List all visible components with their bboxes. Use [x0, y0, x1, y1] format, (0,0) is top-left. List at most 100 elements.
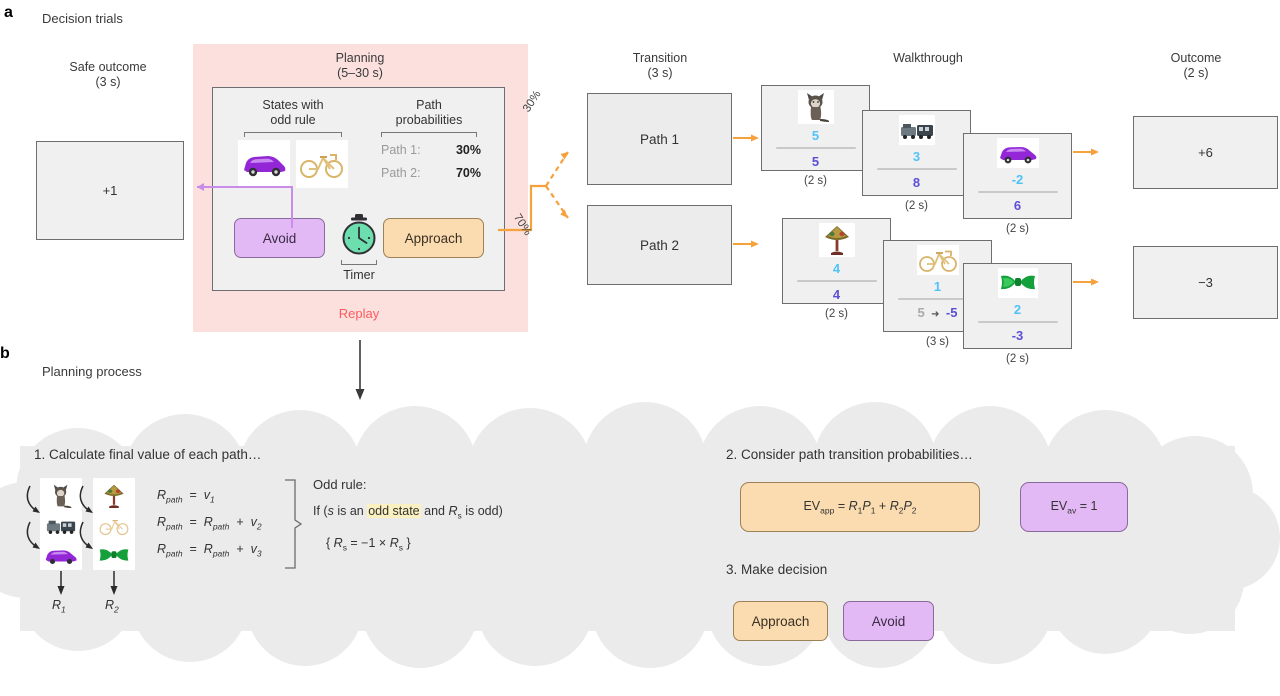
ev-approach-box: EVapp = R1P1 + R2P2	[740, 482, 980, 532]
walkthrough-p1-value-bottom-2: 8	[912, 175, 921, 190]
ev-avoid-box: EVav = 1	[1020, 482, 1128, 532]
bicycle-icon	[916, 245, 959, 275]
walkthrough-p2-bar-3	[977, 321, 1058, 323]
safe-outcome-screen: +1	[36, 141, 184, 240]
prob-header-line1: Path	[416, 98, 442, 112]
walkthrough-p1-value-bottom-1: 5	[811, 154, 820, 169]
walkthrough-p2-value-bottom-1: 4	[832, 287, 841, 302]
walkthrough-p1-value-top-1: 5	[811, 128, 820, 143]
panel-a-letter: a	[4, 4, 13, 21]
outcome-value-1: +6	[1198, 145, 1213, 160]
planning-to-process-arrow	[355, 340, 365, 400]
outcome-label: Outcome	[1170, 51, 1222, 65]
step1-path1-cat-icon	[40, 478, 82, 513]
walkthrough-p2-value-top-2: 1	[933, 279, 942, 294]
step1-path2-result-label: R2	[105, 598, 119, 615]
step1-path2-lamp-icon	[93, 478, 135, 513]
step1-path2-bicycle-icon	[93, 512, 135, 540]
train-icon	[898, 115, 935, 145]
probability-label-2: Path 2:	[381, 166, 421, 180]
probability-row-2: Path 2: 70%	[381, 166, 481, 180]
transition-duration: (3 s)	[647, 66, 673, 80]
walkthrough-p2-duration-3: (2 s)	[1006, 353, 1029, 365]
walkthrough-p1-value-bottom-3: 6	[1013, 198, 1022, 213]
walkthrough-p2-value-bottom-3: -3	[1011, 328, 1024, 343]
step-2-title: 2. Consider path transition probabilitie…	[726, 447, 973, 462]
walkthrough-p1-bar-1	[775, 147, 856, 149]
step1-path2-bowtie-icon	[93, 540, 135, 570]
probabilities-bracket	[381, 132, 477, 137]
walkthrough-p1-duration-1: (2 s)	[804, 175, 827, 187]
walkthrough-p1-bar-2	[876, 168, 957, 170]
walkthrough-p2-value-bottom-2: -5	[945, 305, 958, 320]
walkthrough-p2-value-top-3: 2	[1013, 302, 1022, 317]
step-3-title: 3. Make decision	[726, 562, 828, 577]
walkthrough-p2-bar-1	[796, 280, 877, 282]
step1-path1-result-arrow	[57, 571, 65, 595]
step1-path1-result-label: R1	[52, 598, 66, 615]
odd-state-highlight: odd state	[367, 504, 421, 518]
decision-approach-button[interactable]: Approach	[733, 601, 828, 641]
path-1-box: Path 1	[587, 93, 732, 185]
timer-bracket	[341, 260, 377, 265]
panel-b-title: Planning process	[42, 364, 142, 379]
panel-b-letter: b	[0, 345, 10, 362]
stopwatch-icon	[337, 212, 381, 260]
path2-to-walkthrough-arrow	[733, 240, 759, 248]
step1-formula-1: Rpath = v1	[157, 488, 215, 505]
step1-formula-2: Rpath = Rpath + v2	[157, 515, 262, 532]
walkthrough-p2-screen-1: 4 4	[782, 218, 891, 304]
odd-rule-assignment: { Rs = −1 × Rs }	[326, 536, 411, 553]
walkthrough-p1-screen-3: -2 6	[963, 133, 1072, 219]
walkthrough-p2-value-bottom-2-row: 5 ➜ -5	[918, 306, 958, 321]
approach-to-branch-connector	[498, 151, 569, 232]
odd-rule-title: Odd rule:	[313, 477, 367, 492]
odd-state-bicycle-icon	[296, 140, 348, 188]
walkthrough-p1-value-top-3: -2	[1011, 172, 1024, 187]
step1-path2-result-arrow	[110, 571, 118, 595]
outcome-screen-2: −3	[1133, 246, 1278, 319]
outcome-screen-1: +6	[1133, 116, 1278, 189]
probability-value-2: 70%	[455, 166, 481, 180]
safe-outcome-label: Safe outcome	[69, 60, 147, 74]
transition-label: Transition	[632, 51, 688, 65]
planning-process-cloud	[0, 398, 1280, 678]
odd-rule-condition: If (s is an odd state and Rs is odd)	[313, 504, 503, 521]
probability-row-1: Path 1: 30%	[381, 143, 481, 157]
car-icon	[996, 138, 1039, 168]
walkthrough-p1-duration-2: (2 s)	[905, 200, 928, 212]
ev-avoid-formula: EVav = 1	[1050, 498, 1098, 516]
replay-label: Replay	[338, 306, 380, 321]
states-bracket	[244, 132, 342, 137]
decision-avoid-button[interactable]: Avoid	[843, 601, 934, 641]
lamp-icon	[818, 223, 855, 257]
planning-duration: (5–30 s)	[337, 66, 383, 80]
prob-header-line2: probabilities	[395, 113, 463, 127]
step1-path1-sequence-arrows	[26, 485, 40, 549]
odd-rule-brace	[285, 479, 303, 569]
step1-path2-sequence-arrows	[79, 485, 93, 549]
step1-formula-3: Rpath = Rpath + v3	[157, 542, 262, 559]
timer-label: Timer	[343, 268, 375, 282]
walkthrough-p1-duration-3: (2 s)	[1006, 223, 1029, 235]
approach-button[interactable]: Approach	[383, 218, 484, 258]
walkthrough-p1-value-top-2: 3	[912, 149, 921, 164]
odd-rule-transform-arrow-icon: ➜	[928, 309, 943, 320]
walkthrough-to-outcome-arrow-1	[1073, 148, 1099, 156]
planning-label: Planning	[335, 51, 385, 65]
step1-path1-train-icon	[40, 512, 82, 540]
walkthrough-p2-value-top-1: 4	[832, 261, 841, 276]
avoid-to-safe-outcome-arrow	[197, 183, 293, 228]
safe-outcome-duration: (3 s)	[95, 75, 121, 89]
ev-approach-formula: EVapp = R1P1 + R2P2	[803, 498, 917, 516]
walkthrough-label: Walkthrough	[893, 51, 963, 65]
safe-outcome-value: +1	[102, 183, 118, 198]
step-1-title: 1. Calculate final value of each path…	[34, 447, 262, 462]
outcome-value-2: −3	[1198, 275, 1213, 290]
states-header-line2: odd rule	[270, 113, 316, 127]
walkthrough-p2-duration-1: (2 s)	[825, 308, 848, 320]
states-header-line1: States with	[262, 98, 324, 112]
path1-to-walkthrough-arrow	[733, 134, 759, 142]
probability-label-1: Path 1:	[381, 143, 421, 157]
walkthrough-p1-screen-2: 3 8	[862, 110, 971, 196]
